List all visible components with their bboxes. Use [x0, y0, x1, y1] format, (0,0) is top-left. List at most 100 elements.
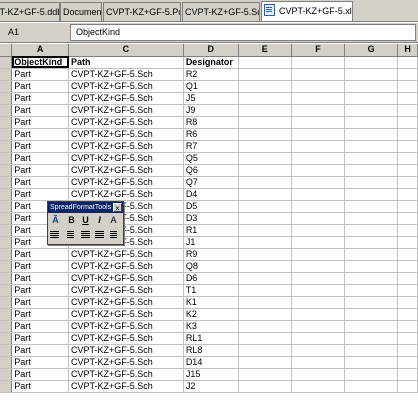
cell-objectkind[interactable]: Part — [11, 356, 70, 369]
cell-path[interactable]: CVPT-KZ+GF-5.Sch — [68, 80, 184, 93]
cell[interactable] — [397, 356, 418, 369]
row-header[interactable] — [0, 212, 13, 225]
cell-objectkind[interactable]: Part — [11, 332, 70, 345]
row-header[interactable] — [0, 152, 13, 165]
cell[interactable] — [344, 284, 399, 297]
cell-designator[interactable]: J2 — [183, 380, 239, 393]
cell[interactable] — [238, 140, 292, 153]
align-right-icon[interactable] — [79, 228, 92, 240]
cell[interactable] — [238, 116, 292, 129]
cell[interactable] — [291, 200, 346, 213]
cell[interactable] — [397, 296, 418, 309]
row-header[interactable] — [0, 284, 13, 297]
cell[interactable] — [238, 332, 292, 345]
cell[interactable] — [238, 260, 292, 273]
row-header[interactable] — [0, 308, 13, 321]
cell[interactable] — [344, 68, 399, 81]
cell[interactable] — [291, 284, 346, 297]
cell[interactable] — [397, 236, 418, 249]
cell-designator[interactable]: D3 — [183, 212, 239, 225]
cell-path[interactable]: CVPT-KZ+GF-5.Sch — [68, 332, 184, 345]
column-header-e[interactable]: E — [238, 44, 292, 57]
cell-objectkind[interactable]: Part — [11, 272, 70, 285]
close-icon[interactable]: × — [113, 203, 122, 213]
row-header[interactable] — [0, 296, 13, 309]
cell[interactable] — [397, 56, 418, 69]
cell-objectkind[interactable]: Part — [11, 284, 70, 297]
cell[interactable] — [291, 308, 346, 321]
cell[interactable] — [397, 332, 418, 345]
cell-objectkind[interactable]: Part — [11, 92, 70, 105]
cell[interactable] — [291, 224, 346, 237]
cell[interactable] — [291, 212, 346, 225]
cell[interactable] — [238, 308, 292, 321]
cell[interactable] — [397, 68, 418, 81]
bold-button[interactable]: B — [65, 214, 78, 226]
row-header[interactable] — [0, 140, 13, 153]
cell-designator[interactable]: R9 — [183, 248, 239, 261]
cell-designator[interactable]: R1 — [183, 224, 239, 237]
row-header[interactable] — [0, 368, 13, 381]
cell-path[interactable]: CVPT-KZ+GF-5.Sch — [68, 128, 184, 141]
cell[interactable] — [291, 80, 346, 93]
cell[interactable] — [238, 320, 292, 333]
cell-objectkind[interactable]: Part — [11, 308, 70, 321]
row-header[interactable] — [0, 236, 13, 249]
cell-path[interactable]: CVPT-KZ+GF-5.Sch — [68, 272, 184, 285]
cell[interactable] — [291, 248, 346, 261]
cell-objectkind[interactable]: Part — [11, 116, 70, 129]
cell[interactable] — [344, 356, 399, 369]
cell[interactable] — [291, 344, 346, 357]
cell[interactable] — [291, 260, 346, 273]
row-header[interactable] — [0, 332, 13, 345]
cell[interactable] — [344, 200, 399, 213]
cell-designator[interactable]: R8 — [183, 116, 239, 129]
cell-path[interactable]: CVPT-KZ+GF-5.Sch — [68, 284, 184, 297]
cell-designator[interactable]: Q7 — [183, 176, 239, 189]
cell-reference-box[interactable]: A1 — [2, 25, 68, 40]
cell-path[interactable]: CVPT-KZ+GF-5.Sch — [68, 68, 184, 81]
row-header[interactable] — [0, 248, 13, 261]
row-header[interactable] — [0, 356, 13, 369]
cell-objectkind-header[interactable]: ObjectKind — [11, 56, 70, 69]
row-header[interactable] — [0, 128, 13, 141]
cell[interactable] — [291, 356, 346, 369]
cell[interactable] — [397, 152, 418, 165]
cell[interactable] — [238, 188, 292, 201]
cell[interactable] — [291, 272, 346, 285]
cell[interactable] — [344, 176, 399, 189]
cell[interactable] — [291, 104, 346, 117]
column-header-h[interactable]: H — [397, 44, 418, 57]
cell[interactable] — [291, 188, 346, 201]
cell[interactable] — [291, 176, 346, 189]
cell-designator[interactable]: J1 — [183, 236, 239, 249]
cell[interactable] — [238, 380, 292, 393]
cell[interactable] — [238, 164, 292, 177]
cell[interactable] — [344, 188, 399, 201]
cell[interactable] — [291, 68, 346, 81]
cell[interactable] — [291, 320, 346, 333]
formula-input[interactable]: ObjectKind — [70, 24, 416, 41]
underline-button[interactable]: U — [79, 214, 92, 226]
cell[interactable] — [397, 200, 418, 213]
cell-designator[interactable]: K1 — [183, 296, 239, 309]
cell-path[interactable]: CVPT-KZ+GF-5.Sch — [68, 320, 184, 333]
align-center-icon[interactable] — [64, 228, 77, 240]
cell[interactable] — [397, 344, 418, 357]
cell-objectkind[interactable]: Part — [11, 380, 70, 393]
cell-path[interactable]: CVPT-KZ+GF-5.Sch — [68, 188, 184, 201]
cell[interactable] — [397, 164, 418, 177]
column-header-c[interactable]: C — [68, 44, 184, 57]
cell[interactable] — [291, 140, 346, 153]
cell-objectkind[interactable]: Part — [11, 296, 70, 309]
cell[interactable] — [291, 368, 346, 381]
cell[interactable] — [397, 80, 418, 93]
cell[interactable] — [397, 176, 418, 189]
cell[interactable] — [397, 320, 418, 333]
cell[interactable] — [238, 296, 292, 309]
cell[interactable] — [397, 368, 418, 381]
cell[interactable] — [238, 344, 292, 357]
cell-designator[interactable]: T1 — [183, 284, 239, 297]
cell[interactable] — [238, 92, 292, 105]
row-header[interactable] — [0, 164, 13, 177]
